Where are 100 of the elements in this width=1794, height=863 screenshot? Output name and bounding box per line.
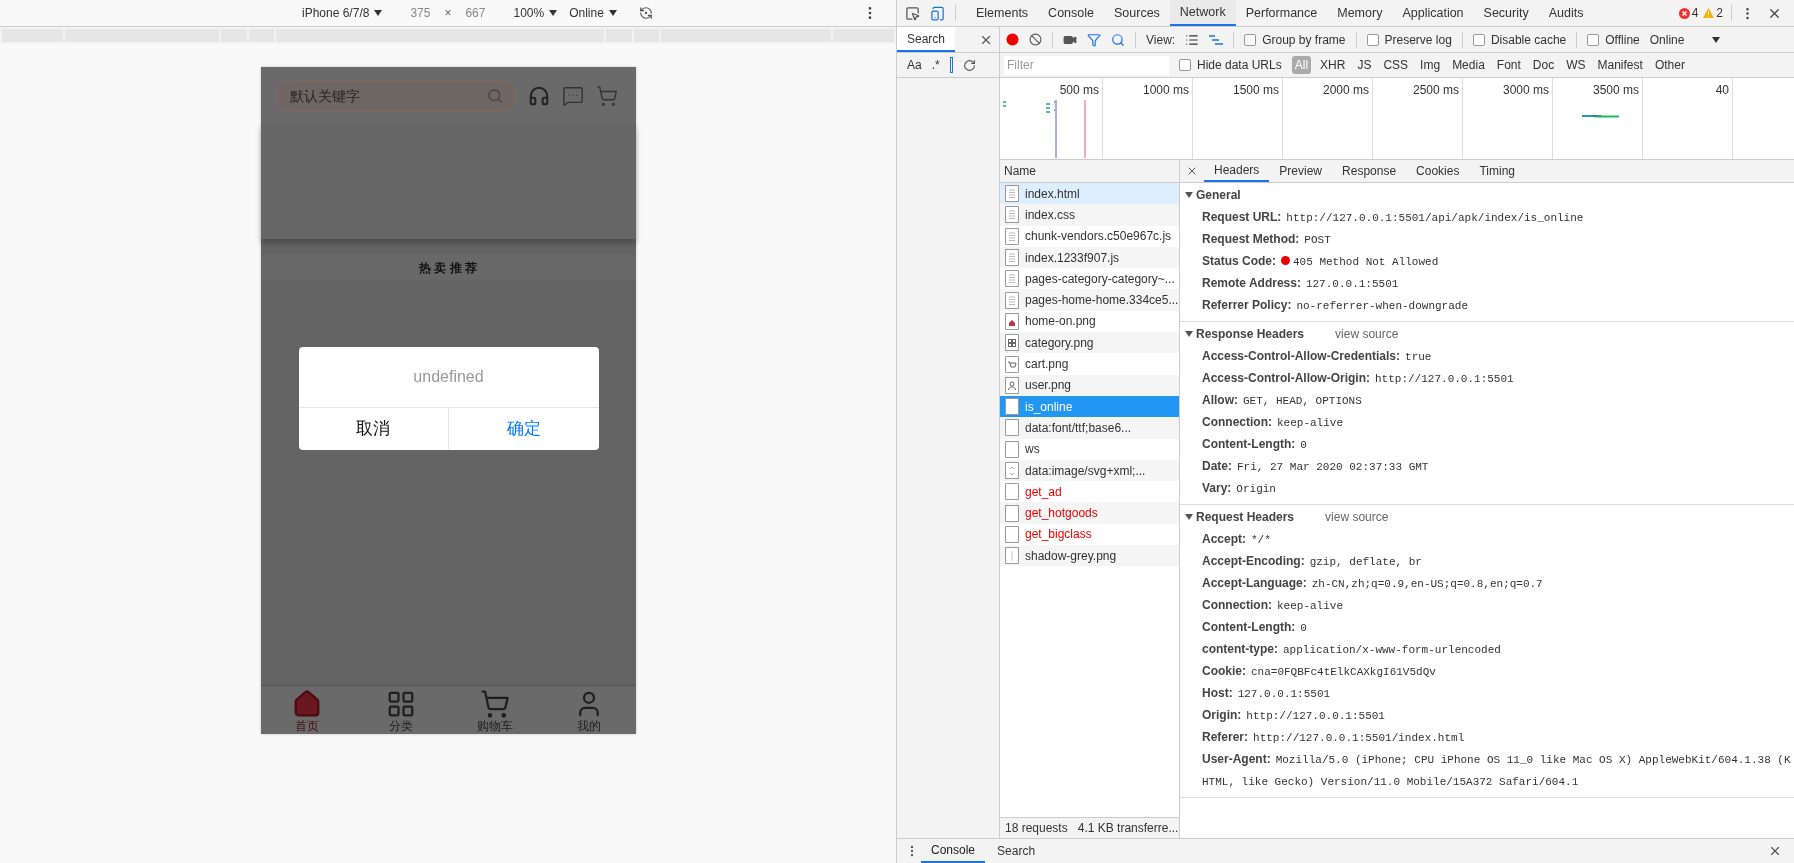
devtools-tab[interactable]: Performance [1235,0,1328,26]
device-toggle-icon[interactable] [930,5,945,21]
view-source-link[interactable]: view source [1335,325,1399,343]
devtools-tab[interactable]: Security [1473,0,1539,26]
type-filter[interactable]: WS [1563,56,1589,74]
file-icon [1005,334,1019,352]
filter-icon[interactable] [1087,32,1101,47]
request-row[interactable]: category.png [1000,332,1179,354]
file-icon [1005,376,1019,394]
request-row[interactable]: index.1233f907.js [1000,246,1179,269]
cancel-button[interactable]: 取消 [298,408,448,450]
header-entry: Date: Fri, 27 Mar 2020 02:37:33 GMT [1202,459,1429,473]
view-source-link[interactable]: view source [1325,508,1389,526]
inspect-icon[interactable] [905,5,920,21]
request-row[interactable]: data:font/ttf;base6... [1000,417,1179,439]
drawer-tab[interactable]: Console [921,839,986,863]
detail-tab[interactable]: Timing [1469,160,1525,182]
view-label: View: [1146,31,1176,49]
devtools-tab[interactable]: Application [1392,0,1474,26]
request-row[interactable]: data:image/svg+xml;... [1000,459,1179,482]
checkbox[interactable] [1366,33,1379,46]
file-icon [1005,504,1019,522]
confirm-button[interactable]: 确定 [448,408,599,450]
request-row[interactable]: index.html [1000,183,1179,205]
search-option[interactable]: Aa [907,56,922,74]
type-filter[interactable]: CSS [1380,56,1412,74]
request-row[interactable]: index.css [1000,204,1179,226]
expand-icon[interactable] [1185,330,1193,338]
detail-tab[interactable]: Cookies [1406,160,1470,182]
record-icon[interactable] [1006,33,1019,46]
search-field[interactable]: 默认关键字 [275,80,516,111]
search-panel-tab[interactable]: Search [897,27,956,52]
height-value[interactable]: 667 [465,4,486,22]
caret-icon [374,10,383,16]
request-row[interactable]: user.png [1000,374,1179,396]
checkbox-label: Offline [1605,31,1640,49]
throttle-select[interactable]: Online [569,4,617,22]
devtools-tab[interactable]: Audits [1538,0,1594,26]
header-entry: Status Code: 405 Method Not Allowed [1202,254,1439,268]
search-option[interactable]: .* [931,56,940,74]
drawer-tab[interactable]: Search [987,839,1046,863]
request-row[interactable]: get_hotgoods [1000,502,1179,524]
file-icon [1005,525,1019,543]
checkbox[interactable] [1472,33,1485,46]
header-entry: Request Method: POST [1202,232,1331,246]
caret-icon [608,10,617,16]
type-filter[interactable]: Doc [1529,56,1558,74]
column-header[interactable]: Name [1004,162,1036,180]
type-filter[interactable]: Manifest [1594,56,1646,74]
request-count: 18 requests [1005,820,1068,837]
detail-tab[interactable]: Preview [1269,160,1333,182]
clear-icon[interactable] [1029,33,1042,46]
timeline-tick: 3000 ms [1502,82,1549,96]
search-icon[interactable] [1111,32,1125,47]
type-filter[interactable]: Other [1651,56,1688,74]
timeline-bar [1595,115,1619,118]
type-filter[interactable]: JS [1354,56,1375,74]
list-icon[interactable] [1185,32,1200,47]
refresh-icon[interactable] [962,58,976,72]
header-entry: Request URL: http://127.0.0.1:5501/api/apk/index/is_online [1202,210,1584,224]
warning-count[interactable]: 2 [1716,4,1723,22]
checkbox[interactable] [1179,59,1191,71]
expand-icon[interactable] [1185,513,1193,521]
type-filter[interactable]: Img [1417,56,1444,74]
type-filter[interactable]: Font [1493,56,1524,74]
error-count[interactable]: 4 [1691,4,1699,22]
devtools-tab[interactable]: Elements [966,0,1039,26]
close-icon[interactable] [1186,165,1198,177]
section-title[interactable]: General [1196,186,1241,204]
file-icon [1005,398,1019,416]
devtools-tab[interactable]: Network [1169,0,1236,26]
throttle-select[interactable]: Online [1649,30,1721,49]
timeline-tick: 2000 ms [1322,82,1369,96]
waterfall-icon[interactable] [1209,34,1224,45]
rotate-icon[interactable] [638,6,653,20]
devtools-tab[interactable]: Console [1038,0,1104,26]
timeline-tick: 40 [1715,82,1729,96]
timeline-tick: 1500 ms [1232,82,1279,96]
devtools-tab[interactable]: Sources [1104,0,1170,26]
section-title[interactable]: Request Headers [1196,508,1295,526]
type-filter[interactable]: Media [1449,56,1488,74]
checkbox[interactable] [1244,33,1257,46]
expand-icon[interactable] [1185,191,1193,199]
file-icon [1005,312,1019,330]
section-title[interactable]: Response Headers [1196,325,1305,343]
type-filter[interactable]: XHR [1317,56,1349,74]
device-select[interactable]: iPhone 6/7/8 [302,4,383,22]
header-entry: Vary: Origin [1202,481,1276,495]
request-row[interactable]: shadow-grey.png [1000,545,1179,567]
request-row[interactable]: pages-home-home.334ce5... [1000,289,1179,311]
header-entry: Accept-Encoding: gzip, deflate, br [1202,554,1422,568]
detail-tab[interactable]: Response [1332,160,1407,182]
checkbox[interactable] [1587,33,1600,46]
file-icon [1005,419,1019,437]
devtools-tab[interactable]: Memory [1327,0,1393,26]
headphones-icon[interactable] [527,84,550,107]
filter-field[interactable]: Filter [1004,55,1169,75]
zoom-select[interactable]: 100% [513,4,558,22]
close-icon[interactable] [1768,844,1782,858]
detail-tab[interactable]: Headers [1204,160,1270,182]
